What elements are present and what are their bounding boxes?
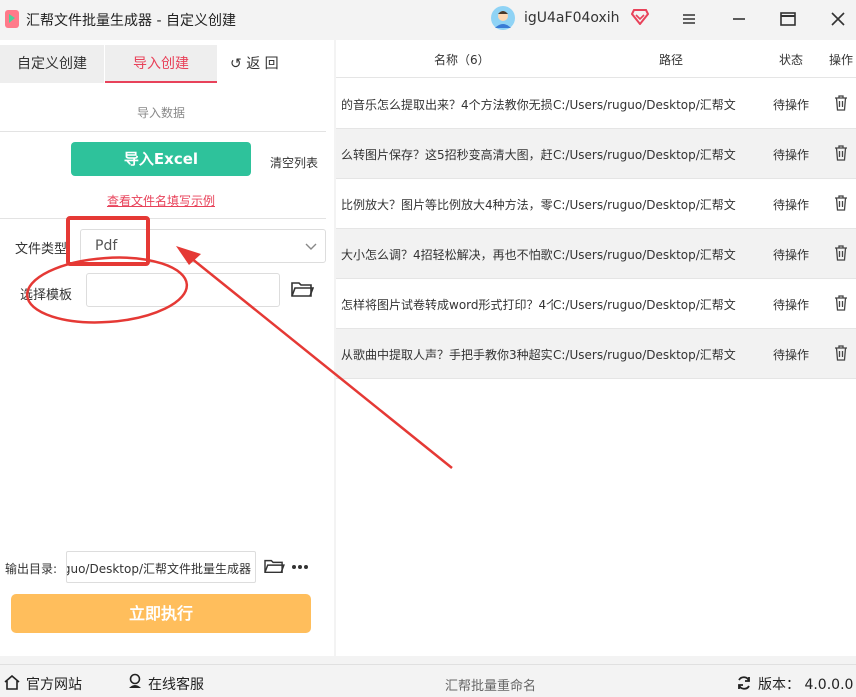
maximize-icon[interactable] <box>777 8 799 30</box>
tab-import-create[interactable]: 导入创建 <box>105 45 217 83</box>
row-status: 待操作 <box>773 148 810 162</box>
table-row[interactable]: 从歌曲中提取人声？手把手教你3种超实用技巧 C:/Users/ruguo/Des… <box>336 329 856 379</box>
refresh-icon[interactable] <box>736 675 752 691</box>
status-bar: 官方网站 在线客服 汇帮批量重命名 版本： 4.0.0.0 <box>0 664 856 697</box>
folder-icon[interactable] <box>263 557 285 575</box>
back-label: 返 回 <box>246 56 279 72</box>
section-label: 导入数据 <box>136 106 185 120</box>
row-path: C:/Users/ruguo/Desktop/汇帮文 <box>553 148 736 162</box>
run-now-button[interactable]: 立即执行 <box>11 594 311 633</box>
row-name: 怎样将图片试卷转成word形式打印？4个方法 <box>341 298 553 312</box>
divider <box>0 218 326 219</box>
trash-icon[interactable] <box>834 145 848 161</box>
file-type-label: 文件类型 <box>15 242 68 257</box>
app-logo-icon <box>5 10 19 28</box>
window-title: 汇帮文件批量生成器 - 自定义创建 <box>26 13 236 29</box>
template-input[interactable] <box>86 273 280 307</box>
column-path: 路径 <box>659 53 684 67</box>
output-dir-input[interactable]: C:/Users/ruguo/Desktop/汇帮文件批量生成器 <box>66 551 256 583</box>
table-row[interactable]: 大小怎么调？4招轻松解决，再也不怕歌曲忽大 C:/Users/ruguo/Des… <box>336 229 856 279</box>
version-label: 版本： 4.0.0.0 <box>758 677 854 693</box>
row-name: 大小怎么调？4招轻松解决，再也不怕歌曲忽大 <box>341 248 553 262</box>
output-dir-path: C:/Users/ruguo/Desktop/汇帮文件批量生成器 <box>67 562 251 576</box>
status-center-text: 汇帮批量重命名 <box>445 679 537 694</box>
table-row[interactable]: 比例放大？图片等比例放大4种方法，零基础秒 C:/Users/ruguo/Des… <box>336 179 856 229</box>
filename-example-link[interactable]: 查看文件名填写示例 <box>0 192 322 209</box>
row-path: C:/Users/ruguo/Desktop/汇帮文 <box>553 98 736 112</box>
back-button[interactable]: ↺ 返 回 <box>230 45 279 83</box>
column-name: 名称（6） <box>434 53 490 67</box>
row-status: 待操作 <box>773 198 810 212</box>
row-status: 待操作 <box>773 348 810 362</box>
row-path: C:/Users/ruguo/Desktop/汇帮文 <box>553 198 736 212</box>
back-arrow-icon: ↺ <box>230 56 247 72</box>
trash-icon[interactable] <box>834 295 848 311</box>
row-status: 待操作 <box>773 298 810 312</box>
row-name: 比例放大？图片等比例放大4种方法，零基础秒 <box>341 198 553 212</box>
official-site-link[interactable]: 官方网站 <box>26 674 82 694</box>
close-icon[interactable] <box>827 8 849 30</box>
minimize-icon[interactable] <box>728 8 750 30</box>
file-table: 名称（6） 路径 状态 操作 的音乐怎么提取出来？4个方法教你无损提取, C:/… <box>336 40 856 656</box>
clear-list-button[interactable]: 清空列表 <box>270 154 318 171</box>
trash-icon[interactable] <box>834 95 848 111</box>
row-name: 的音乐怎么提取出来？4个方法教你无损提取, <box>341 98 553 112</box>
more-options-icon[interactable] <box>291 564 309 570</box>
row-status: 待操作 <box>773 98 810 112</box>
import-excel-button[interactable]: 导入Excel <box>71 142 251 176</box>
title-bar: 汇帮文件批量生成器 - 自定义创建 igU4aF04oxih <box>0 0 856 38</box>
row-path: C:/Users/ruguo/Desktop/汇帮文 <box>553 348 736 362</box>
file-type-value: Pdf <box>95 238 118 254</box>
table-header: 名称（6） 路径 状态 操作 <box>336 40 856 78</box>
file-type-select[interactable]: Pdf <box>80 229 326 263</box>
table-row[interactable]: 么转图片保存？这5招秒变高清大图，赶紧收藏 C:/Users/ruguo/Des… <box>336 129 856 179</box>
row-path: C:/Users/ruguo/Desktop/汇帮文 <box>553 248 736 262</box>
chevron-down-icon <box>305 243 317 250</box>
customer-service-icon <box>129 673 141 688</box>
template-label: 选择模板 <box>20 288 73 303</box>
menu-icon[interactable] <box>678 8 700 30</box>
tab-custom-create[interactable]: 自定义创建 <box>0 45 104 83</box>
vip-diamond-icon[interactable] <box>631 9 649 25</box>
row-name: 么转图片保存？这5招秒变高清大图，赶紧收藏 <box>341 148 553 162</box>
home-icon <box>4 675 20 690</box>
folder-icon[interactable] <box>290 279 314 299</box>
avatar-icon[interactable] <box>491 6 515 30</box>
column-status: 状态 <box>779 53 804 67</box>
divider <box>0 131 326 132</box>
online-service-link[interactable]: 在线客服 <box>148 674 204 694</box>
output-dir-label: 输出目录: <box>5 562 58 576</box>
row-path: C:/Users/ruguo/Desktop/汇帮文 <box>553 298 736 312</box>
left-panel: 自定义创建 导入创建 ↺ 返 回 导入数据 导入Excel 清空列表 查看文件名… <box>0 40 334 656</box>
table-row[interactable]: 怎样将图片试卷转成word形式打印？4个方法 C:/Users/ruguo/De… <box>336 279 856 329</box>
row-name: 从歌曲中提取人声？手把手教你3种超实用技巧 <box>341 348 553 362</box>
column-action: 操作 <box>829 53 854 67</box>
trash-icon[interactable] <box>834 245 848 261</box>
trash-icon[interactable] <box>834 195 848 211</box>
username[interactable]: igU4aF04oxih <box>524 10 620 26</box>
table-row[interactable]: 的音乐怎么提取出来？4个方法教你无损提取, C:/Users/ruguo/Des… <box>336 79 856 129</box>
trash-icon[interactable] <box>834 345 848 361</box>
row-status: 待操作 <box>773 248 810 262</box>
